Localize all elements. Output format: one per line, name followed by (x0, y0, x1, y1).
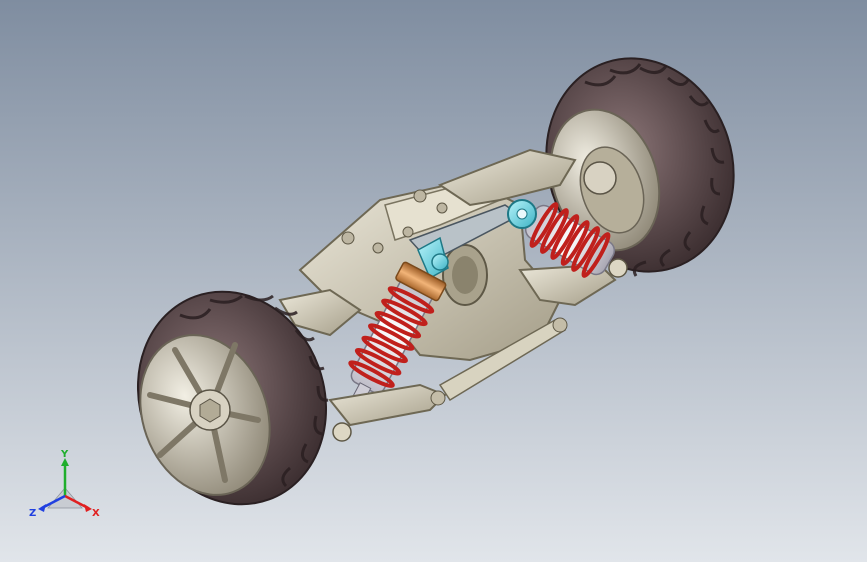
cad-graphics-viewport[interactable] (0, 0, 867, 562)
link-end-bolt (430, 390, 446, 406)
mount-screw (372, 242, 384, 254)
mount-screw (402, 226, 414, 238)
rocker-end-cyan (431, 253, 449, 271)
x-axis-label: X (92, 508, 100, 519)
mount-screw (436, 202, 448, 214)
link-end-bolt (552, 317, 568, 333)
mount-screw (413, 189, 427, 203)
z-axis-label: Z (29, 508, 36, 519)
rocker-pivot-bolt (516, 208, 528, 220)
y-axis-label: Y (60, 449, 69, 460)
z-axis-head (38, 504, 46, 512)
mount-screw (341, 231, 355, 245)
left-ball-joint (332, 422, 352, 442)
x-axis-head (84, 504, 92, 512)
coordinate-triad: Y X Z (29, 449, 100, 519)
bulkhead-bore-inner (452, 256, 478, 294)
right-hub (583, 161, 617, 195)
right-ball-joint (608, 258, 628, 278)
